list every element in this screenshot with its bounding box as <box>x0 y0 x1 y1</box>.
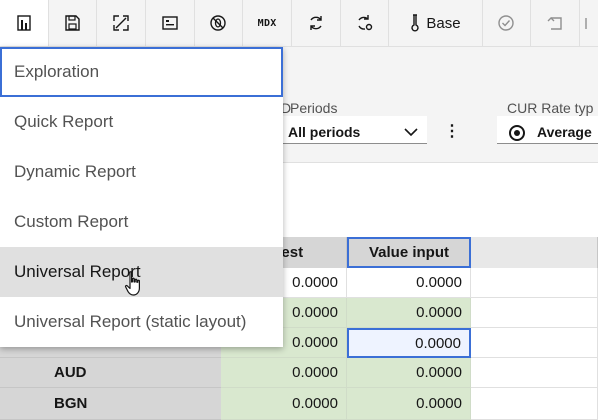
suppress-zero-button[interactable] <box>195 0 244 46</box>
hand-pointer-icon <box>124 271 140 296</box>
grid-cell[interactable]: 0.0000 <box>221 358 347 388</box>
grid-cell[interactable]: 0.0000 <box>347 358 471 388</box>
column-header-empty <box>471 237 598 268</box>
refresh-settings-button[interactable] <box>341 0 390 46</box>
view-button[interactable] <box>146 0 195 46</box>
undo-button[interactable] <box>531 0 580 46</box>
grid-cell[interactable]: 0.0000 <box>347 298 471 328</box>
save-icon <box>65 15 81 31</box>
grid-cell-empty[interactable] <box>471 298 598 328</box>
view-icon <box>162 16 178 30</box>
radio-selected-icon <box>509 125 525 141</box>
expand-icon <box>113 15 129 31</box>
periods-value: All periods <box>288 124 361 140</box>
refresh-settings-icon <box>358 15 373 31</box>
grid-cell-empty[interactable] <box>471 358 598 388</box>
commit-button[interactable] <box>483 0 532 46</box>
column-header-value-input[interactable]: Value input <box>347 237 471 268</box>
more-toolbar-button[interactable] <box>580 0 598 46</box>
menu-item-quick-report[interactable]: Quick Report <box>0 97 283 147</box>
periods-filter-label: Periods <box>290 100 338 116</box>
grid-cell-empty[interactable] <box>471 268 598 298</box>
menu-item-custom-report[interactable]: Custom Report <box>0 197 283 247</box>
sandbox-label: Base <box>426 14 461 32</box>
expand-button[interactable] <box>97 0 146 46</box>
rate-value: Average <box>537 124 592 140</box>
refresh-icon <box>310 16 322 30</box>
save-button[interactable] <box>49 0 98 46</box>
suppress-zero-icon <box>210 15 227 31</box>
grid-cell-selected[interactable]: 0.0000 <box>347 328 471 358</box>
sandbox-button[interactable]: Base <box>389 0 483 46</box>
sandbox-icon <box>411 14 419 32</box>
grid-cell[interactable]: 0.0000 <box>347 268 471 298</box>
commit-icon <box>498 15 515 31</box>
row-header[interactable]: BGN <box>0 388 221 420</box>
row-header[interactable]: AUD <box>0 358 221 388</box>
explore-button[interactable] <box>0 0 49 46</box>
undo-icon <box>547 17 562 30</box>
menu-item-dynamic-report[interactable]: Dynamic Report <box>0 147 283 197</box>
toolbar: MDX Base <box>0 0 598 47</box>
grid-cell-empty[interactable] <box>471 328 598 358</box>
chevron-down-icon <box>404 128 418 137</box>
redo-icon <box>585 18 587 29</box>
refresh-button[interactable] <box>292 0 341 46</box>
kebab-menu-icon[interactable]: ⋮ <box>444 121 460 141</box>
report-type-menu: Exploration Quick Report Dynamic Report … <box>0 47 283 347</box>
grid-cell[interactable]: 0.0000 <box>221 388 347 420</box>
mdx-icon: MDX <box>257 17 277 29</box>
menu-item-universal-report-static[interactable]: Universal Report (static layout) <box>0 297 283 347</box>
grid-cell[interactable]: 0.0000 <box>347 388 471 420</box>
menu-item-exploration[interactable]: Exploration <box>0 47 283 97</box>
mdx-button[interactable]: MDX <box>243 0 292 46</box>
explore-icon <box>17 15 31 31</box>
rate-filter-label: CUR Rate typ <box>507 100 594 116</box>
grid-cell-empty[interactable] <box>471 388 598 420</box>
